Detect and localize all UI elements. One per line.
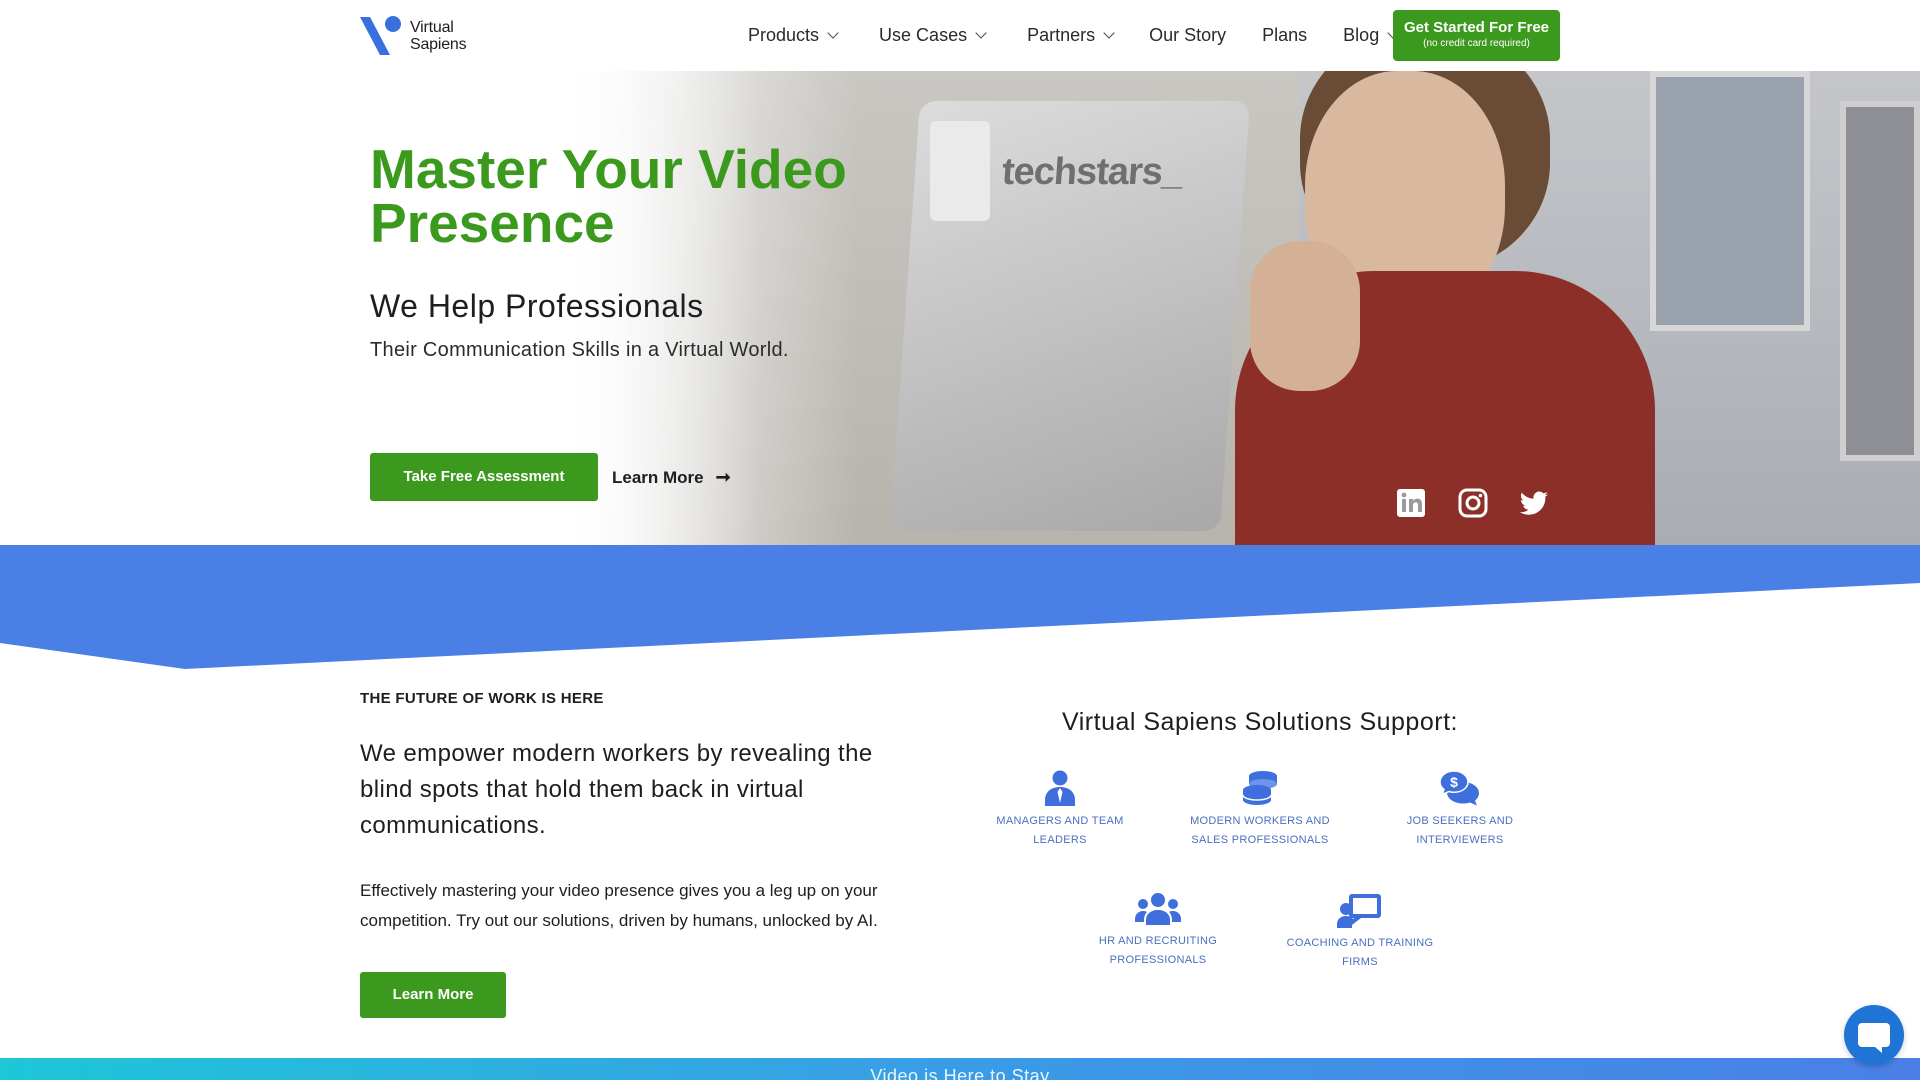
- menu-products-label: Products: [748, 24, 820, 45]
- hero-learn-more-label: Learn More: [612, 467, 704, 487]
- blue-divider-band: [0, 545, 1920, 669]
- instagram-icon[interactable]: [1458, 488, 1488, 518]
- chat-dollar-icon: $: [1439, 770, 1479, 806]
- hero-section: techstars_ Master Your Video Presence We…: [0, 71, 1920, 545]
- chevron-down-icon: [975, 26, 987, 39]
- section-lead: We empower modern workers by revealing t…: [360, 740, 873, 839]
- laptop-brand-text: techstars_: [1000, 151, 1184, 193]
- get-started-button[interactable]: Get Started For Free (no credit card req…: [1393, 10, 1560, 61]
- section-eyebrow: THE FUTURE OF WORK IS HERE: [360, 690, 604, 707]
- top-navigation: Virtual Sapiens Products Use Cases Partn…: [0, 0, 1920, 71]
- main-menu: Products Use Cases Partners Our Story Pl…: [748, 23, 1399, 47]
- hero-title: Master Your Video Presence: [370, 138, 847, 254]
- hero-photo-frame: [1650, 71, 1810, 331]
- take-free-assessment-button[interactable]: Take Free Assessment: [370, 453, 598, 501]
- chevron-down-icon: [827, 26, 839, 39]
- menu-use-cases-label: Use Cases: [879, 24, 968, 45]
- logo-line-1: Virtual: [410, 19, 454, 36]
- hero-photo-person-hand: [1250, 241, 1360, 391]
- audience-managers-label: MANAGERS AND TEAM LEADERS: [996, 815, 1124, 846]
- hero-photo-frame-2: [1840, 101, 1920, 461]
- menu-plans-label: Plans: [1262, 24, 1308, 45]
- menu-our-story-label: Our Story: [1149, 24, 1227, 45]
- manager-icon: [1045, 770, 1075, 806]
- menu-plans[interactable]: Plans: [1262, 23, 1307, 47]
- audience-job-seekers[interactable]: $ JOB SEEKERS AND INTERVIEWERS: [1370, 770, 1550, 850]
- menu-blog-label: Blog: [1343, 24, 1380, 45]
- section-learn-more-button[interactable]: Learn More: [360, 972, 506, 1018]
- audience-modern-workers[interactable]: MODERN WORKERS AND SALES PROFESSIONALS: [1170, 770, 1350, 850]
- audience-managers[interactable]: MANAGERS AND TEAM LEADERS: [970, 770, 1150, 850]
- menu-blog[interactable]: Blog: [1343, 23, 1399, 47]
- audience-hr-recruiting[interactable]: HR AND RECRUITING PROFESSIONALS: [1068, 892, 1248, 970]
- chevron-down-icon: [1103, 26, 1115, 39]
- next-section-heading: Video is Here to Stay: [870, 1066, 1050, 1080]
- support-title: Virtual Sapiens Solutions Support:: [1062, 708, 1458, 736]
- chat-launcher-button[interactable]: [1844, 1005, 1904, 1065]
- audience-coaching-firms-label: COACHING AND TRAINING FIRMS: [1286, 937, 1434, 968]
- audience-modern-workers-label: MODERN WORKERS AND SALES PROFESSIONALS: [1190, 815, 1330, 846]
- twitter-icon[interactable]: [1519, 488, 1549, 518]
- logo-line-2: Sapiens: [410, 36, 467, 53]
- section-body: Effectively mastering your video presenc…: [360, 881, 878, 930]
- menu-partners[interactable]: Partners: [1027, 23, 1115, 47]
- audience-coaching-firms[interactable]: COACHING AND TRAINING FIRMS: [1270, 892, 1450, 972]
- hero-subtitle: We Help Professionals: [370, 288, 704, 324]
- arrow-right-icon: ➞: [715, 467, 731, 487]
- hero-description: Their Communication Skills in a Virtual …: [370, 339, 789, 361]
- hero-learn-more-link[interactable]: Learn More ➞: [612, 467, 731, 488]
- audience-job-seekers-label: JOB SEEKERS AND INTERVIEWERS: [1406, 815, 1514, 846]
- presenter-icon: [1337, 894, 1381, 928]
- team-icon: [1135, 893, 1181, 925]
- laptop-sticker: [930, 121, 990, 221]
- get-started-sublabel: (no credit card required): [1423, 38, 1530, 49]
- svg-text:$: $: [1450, 774, 1458, 790]
- logo-wordmark: Virtual Sapiens: [410, 19, 467, 53]
- menu-partners-label: Partners: [1027, 24, 1096, 45]
- get-started-label: Get Started For Free: [1403, 19, 1550, 36]
- menu-products[interactable]: Products: [748, 23, 839, 47]
- menu-use-cases[interactable]: Use Cases: [879, 23, 987, 47]
- menu-our-story[interactable]: Our Story: [1149, 23, 1226, 47]
- logo-mark-icon: [360, 16, 401, 55]
- chat-bubble-icon: [1858, 1023, 1890, 1053]
- virtual-sapiens-logo[interactable]: Virtual Sapiens: [360, 15, 475, 57]
- audience-hr-recruiting-label: HR AND RECRUITING PROFESSIONALS: [1098, 935, 1218, 966]
- coins-icon: [1242, 771, 1277, 805]
- linkedin-icon[interactable]: [1396, 488, 1426, 518]
